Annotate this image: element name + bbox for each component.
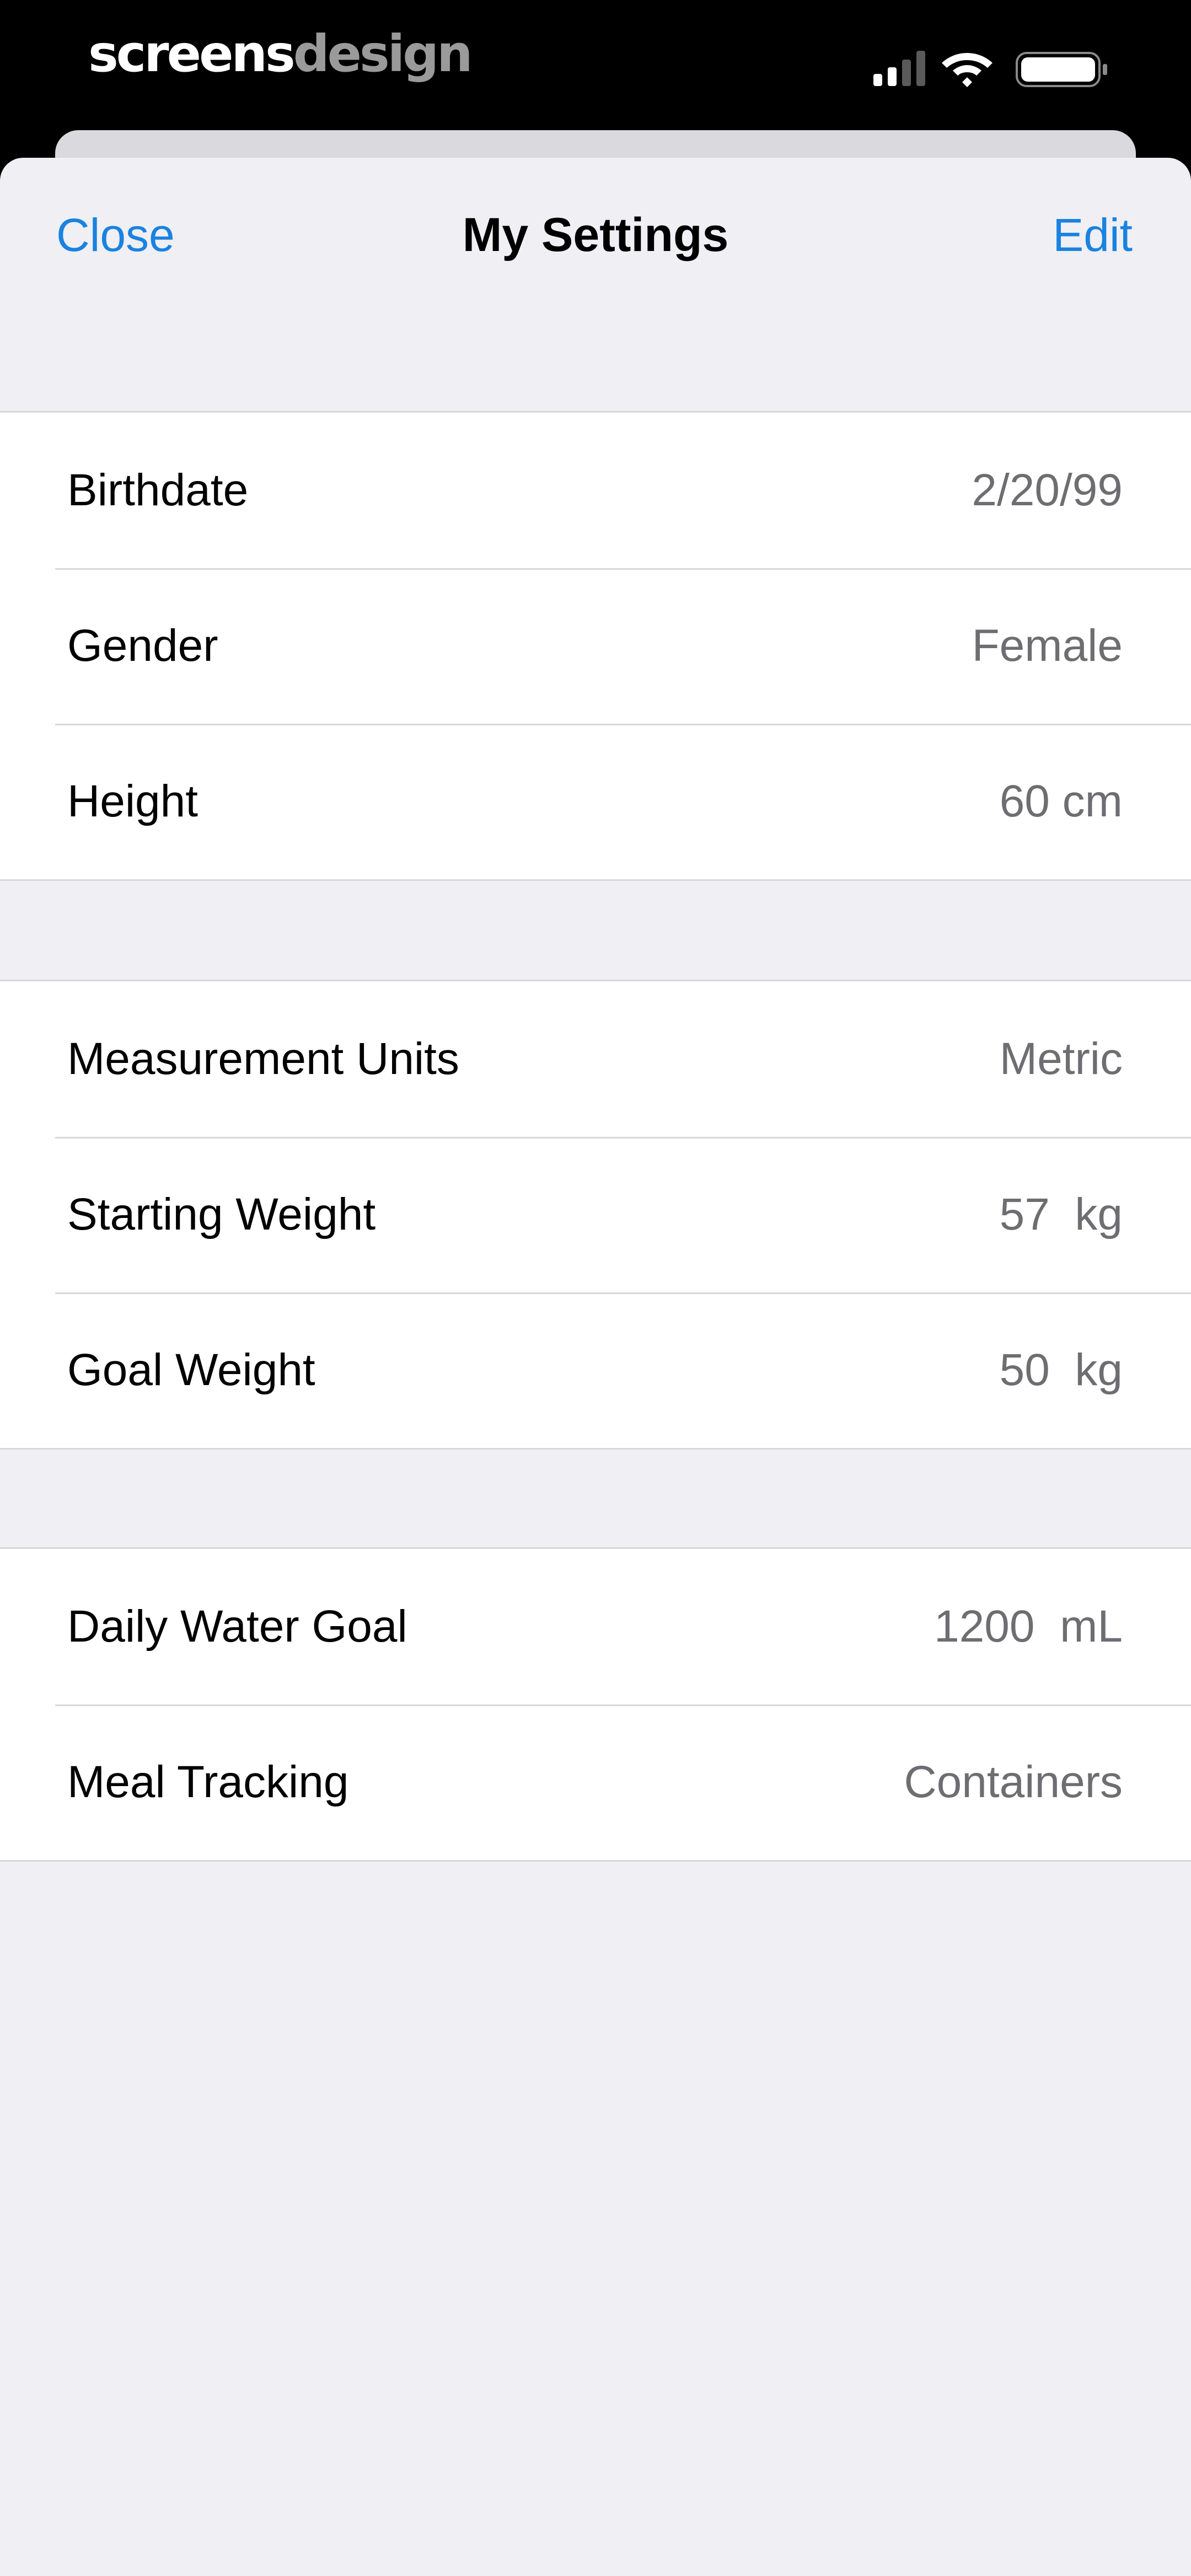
setting-value: 2/20/99 xyxy=(972,465,1123,515)
setting-row-measurement-units[interactable]: Measurement Units Metric xyxy=(0,981,1191,1137)
setting-label: Goal Weight xyxy=(67,1345,315,1395)
navigation-bar: Close My Settings Edit xyxy=(0,158,1191,318)
page-title: My Settings xyxy=(462,209,729,261)
setting-row-meal-tracking[interactable]: Meal Tracking Containers xyxy=(0,1704,1191,1860)
setting-label: Starting Weight xyxy=(67,1189,376,1239)
setting-row-height[interactable]: Height 60 cm xyxy=(0,724,1191,879)
setting-label: Daily Water Goal xyxy=(67,1601,407,1652)
settings-group-profile: Birthdate 2/20/99 Gender Female Height 6… xyxy=(0,411,1191,881)
battery-icon xyxy=(1016,52,1107,87)
setting-value: 50 kg xyxy=(999,1345,1123,1395)
setting-row-daily-water-goal[interactable]: Daily Water Goal 1200 mL xyxy=(0,1549,1191,1704)
setting-row-goal-weight[interactable]: Goal Weight 50 kg xyxy=(0,1292,1191,1448)
setting-value: Containers xyxy=(904,1757,1123,1807)
setting-label: Birthdate xyxy=(67,465,249,515)
status-bar: screensdesign xyxy=(0,0,1191,132)
brand-part-1: screens xyxy=(88,24,296,83)
edit-button[interactable]: Edit xyxy=(1053,207,1133,263)
setting-row-birthdate[interactable]: Birthdate 2/20/99 xyxy=(0,413,1191,568)
settings-group-weight: Measurement Units Metric Starting Weight… xyxy=(0,980,1191,1450)
setting-label: Meal Tracking xyxy=(67,1757,349,1807)
status-icons xyxy=(873,49,1116,87)
setting-value: 60 cm xyxy=(999,776,1123,826)
settings-sheet: Close My Settings Edit Birthdate 2/20/99… xyxy=(0,158,1191,2576)
setting-value: Metric xyxy=(999,1034,1123,1084)
setting-value: 57 kg xyxy=(999,1189,1123,1239)
brand-part-2: design xyxy=(293,24,473,83)
setting-label: Height xyxy=(67,776,198,826)
setting-value: 1200 mL xyxy=(934,1601,1123,1652)
settings-group-tracking: Daily Water Goal 1200 mL Meal Tracking C… xyxy=(0,1547,1191,1862)
setting-value: Female xyxy=(972,621,1123,671)
setting-label: Gender xyxy=(67,621,218,671)
brand-watermark: screensdesign xyxy=(88,21,473,87)
wifi-icon xyxy=(942,53,993,87)
setting-label: Measurement Units xyxy=(67,1034,459,1084)
setting-row-starting-weight[interactable]: Starting Weight 57 kg xyxy=(0,1137,1191,1292)
cellular-signal-icon xyxy=(873,51,925,86)
setting-row-gender[interactable]: Gender Female xyxy=(0,568,1191,724)
